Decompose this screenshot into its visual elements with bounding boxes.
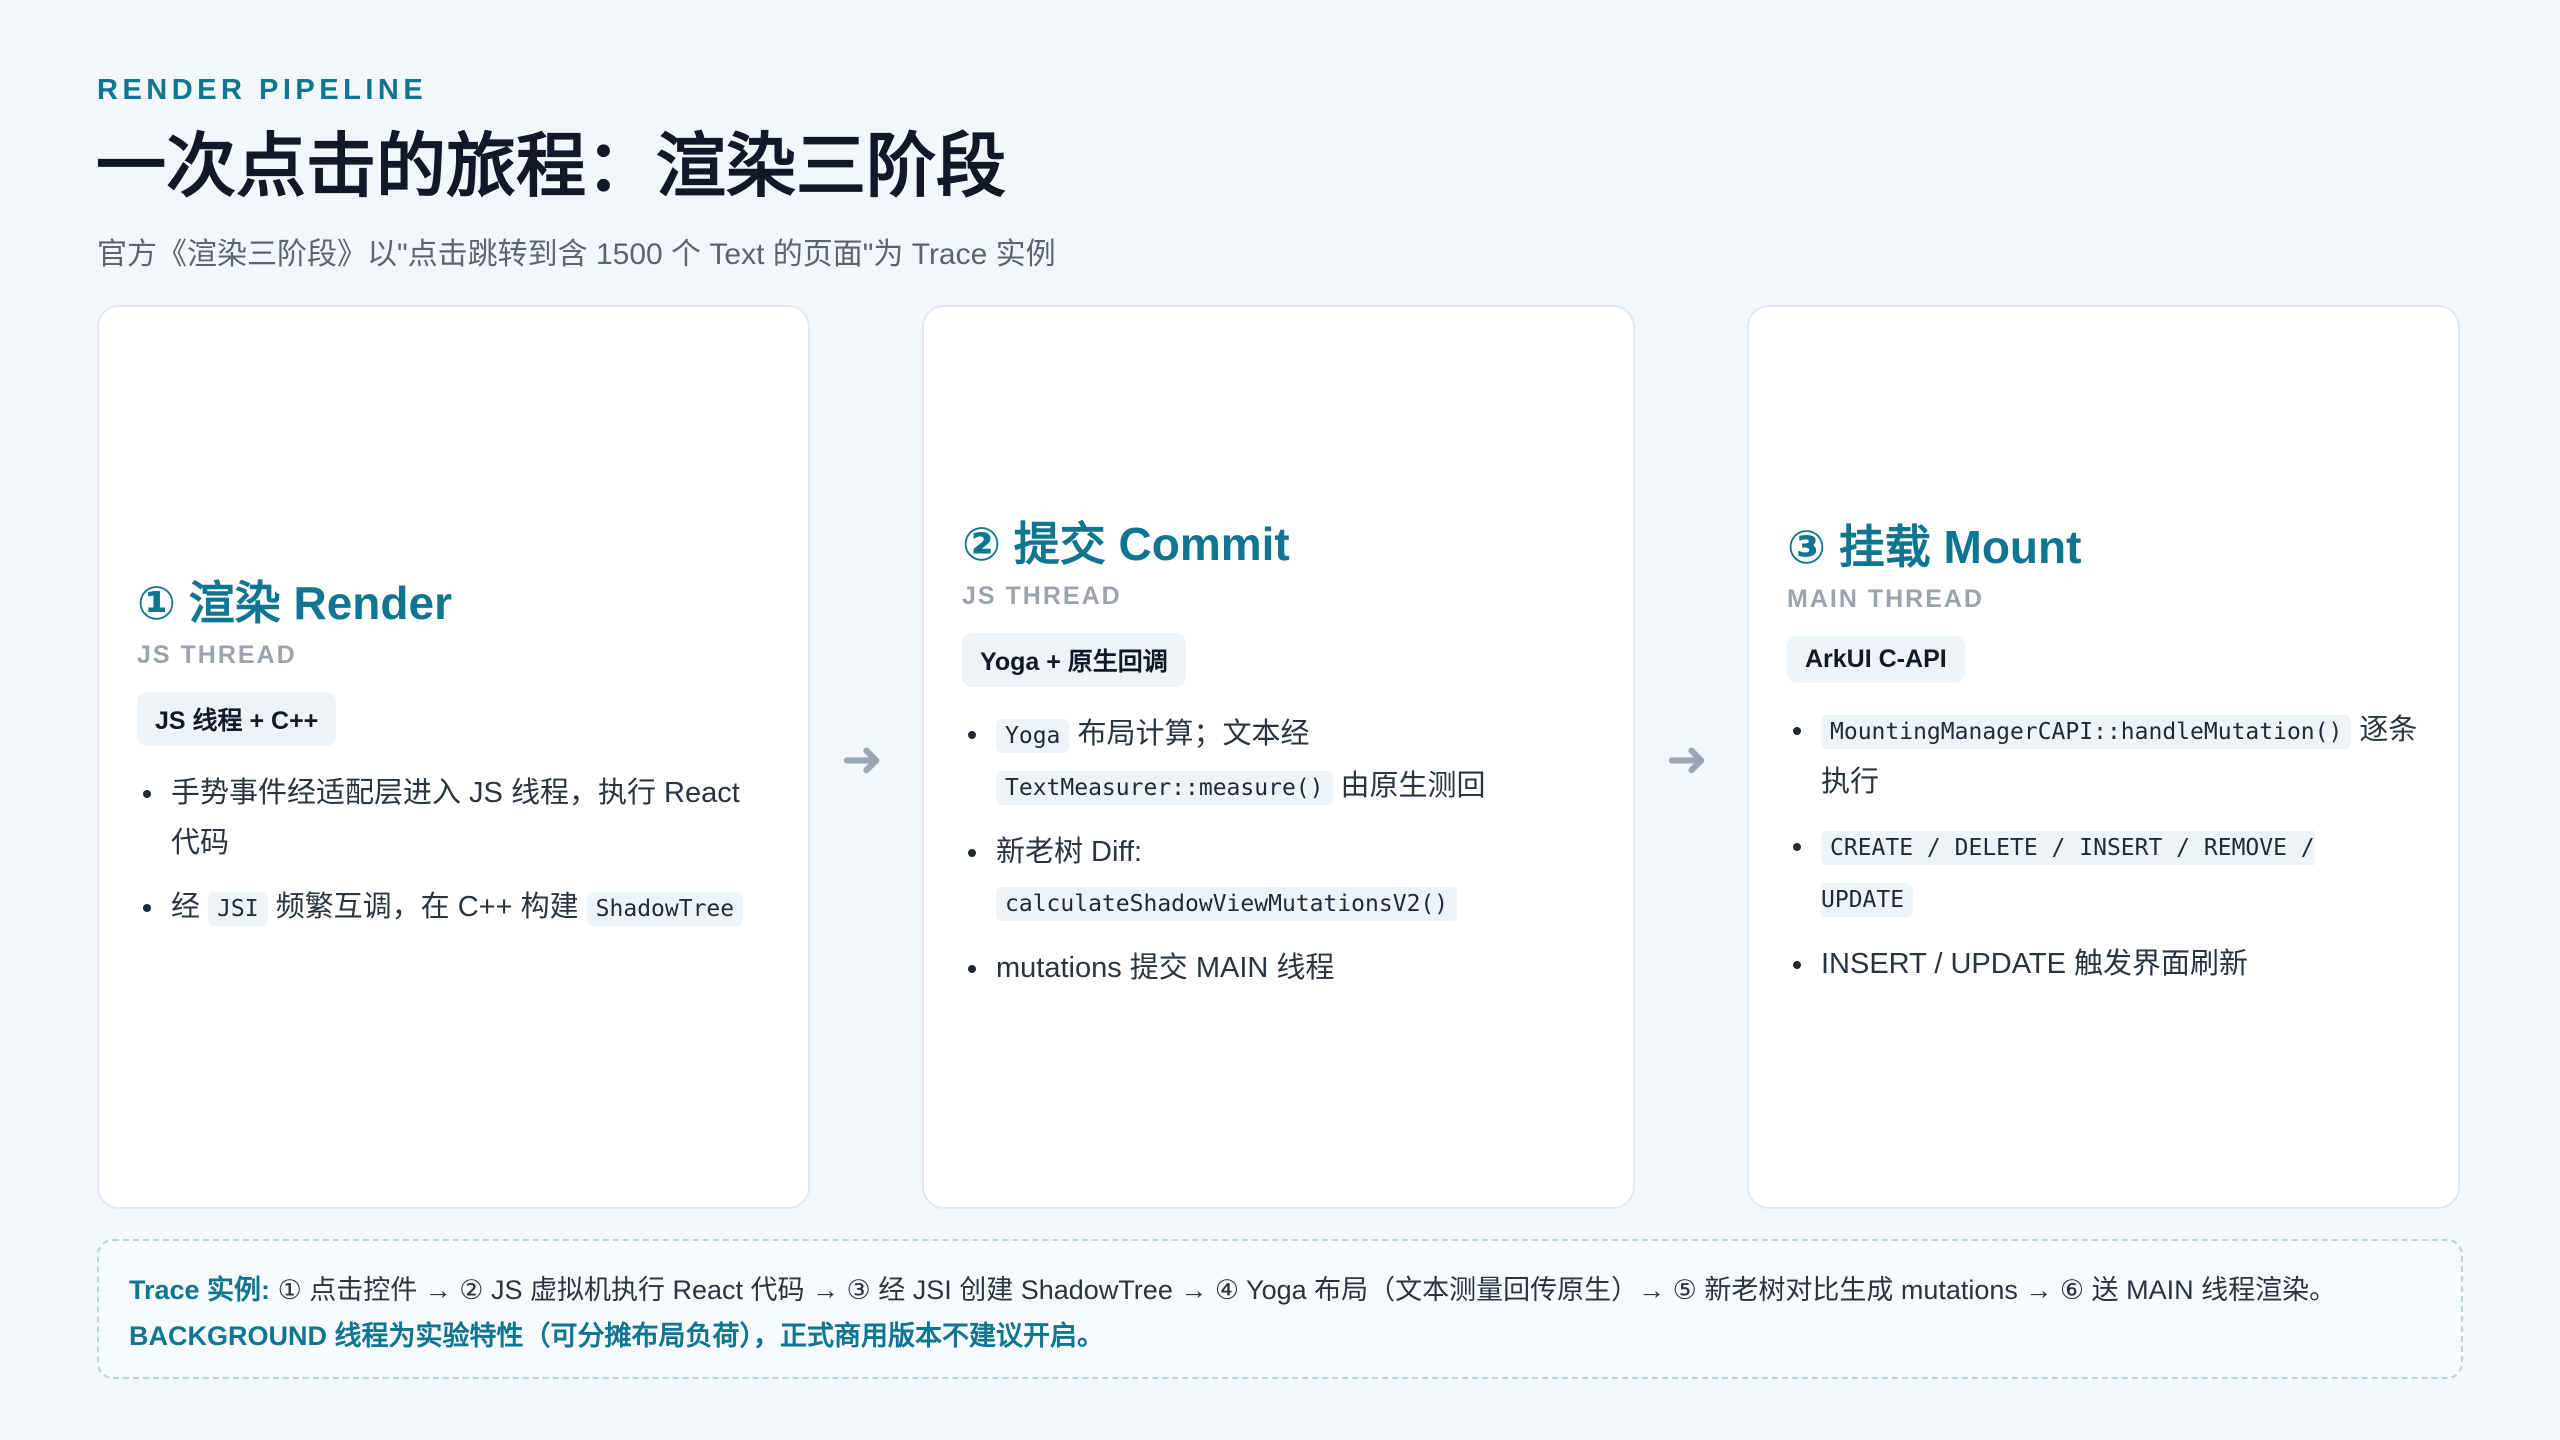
point-text: 频繁互调，在 C++ 构建 <box>267 890 587 923</box>
list-item: 新老树 Diff: calculateShadowViewMutationsV2… <box>962 827 1595 929</box>
code-chip: MountingManagerCAPI::handleMutation() <box>1821 715 2352 749</box>
arrow-right-icon: ➜ <box>841 730 883 788</box>
code-chip: calculateShadowViewMutationsV2() <box>996 886 1458 921</box>
card-points: 手势事件经适配层进入 JS 线程，执行 React 代码 经 JSI 频繁互调，… <box>137 768 770 948</box>
point-text: mutations 提交 MAIN 线程 <box>996 951 1335 984</box>
list-item: CREATE / DELETE / INSERT / REMOVE / UPDA… <box>1787 821 2420 925</box>
trace-note: BACKGROUND 线程为实验特性（可分摊布局负荷），正式商用版本不建议开启。 <box>129 1321 1104 1351</box>
point-text: 由原生测回 <box>1332 769 1486 802</box>
card-title: ① 渲染 Render <box>137 576 452 629</box>
list-item: 手势事件经适配层进入 JS 线程，执行 React 代码 <box>137 768 770 868</box>
trace-text: ① 点击控件 → ② JS 虚拟机执行 React 代码 → ③ 经 JSI 创… <box>270 1275 2337 1305</box>
list-item: INSERT / UPDATE 触发界面刷新 <box>1787 939 2420 989</box>
card-thread: JS THREAD <box>962 581 1122 610</box>
card-badge: ArkUI C-API <box>1787 636 1965 683</box>
page-title: 一次点击的旅程：渲染三阶段 <box>96 127 1006 205</box>
point-text: 新老树 Diff: <box>996 835 1143 868</box>
eyebrow: RENDER PIPELINE <box>97 74 428 106</box>
code-chip: Yoga <box>996 718 1070 753</box>
trace-line: Trace 实例: ① 点击控件 → ② JS 虚拟机执行 React 代码 →… <box>129 1267 2431 1313</box>
card-title: ③ 挂载 Mount <box>1787 521 2082 573</box>
point-text: 经 <box>171 890 209 923</box>
arrow-right-icon: ➜ <box>1666 730 1708 788</box>
list-item: 经 JSI 频繁互调，在 C++ 构建 ShadowTree <box>137 882 770 934</box>
point-text: 手势事件经适配层进入 JS 线程，执行 React 代码 <box>171 776 740 859</box>
stage-card-commit: ② 提交 Commit JS THREAD Yoga + 原生回调 Yoga 布… <box>922 305 1635 1209</box>
card-badge: JS 线程 + C++ <box>137 691 337 746</box>
list-item: MountingManagerCAPI::handleMutation() 逐条… <box>1787 705 2420 807</box>
stage-card-mount: ③ 挂载 Mount MAIN THREAD ArkUI C-API Mount… <box>1747 305 2460 1209</box>
point-text: 布局计算；文本经 <box>1069 717 1310 750</box>
list-item: mutations 提交 MAIN 线程 <box>962 943 1595 993</box>
card-badge: Yoga + 原生回调 <box>962 632 1186 687</box>
list-item: Yoga 布局计算；文本经 TextMeasurer::measure() 由原… <box>962 709 1595 813</box>
stage-card-render: ① 渲染 Render JS THREAD JS 线程 + C++ 手势事件经适… <box>97 305 810 1209</box>
card-thread: MAIN THREAD <box>1787 585 1984 613</box>
card-points: Yoga 布局计算；文本经 TextMeasurer::measure() 由原… <box>962 709 1595 1007</box>
code-chip: TextMeasurer::measure() <box>996 770 1333 805</box>
card-thread: JS THREAD <box>137 640 297 669</box>
card-points: MountingManagerCAPI::handleMutation() 逐条… <box>1787 705 2420 1003</box>
code-chip: CREATE / DELETE / INSERT / REMOVE / UPDA… <box>1821 831 2315 917</box>
trace-label: Trace 实例: <box>129 1275 271 1305</box>
code-chip: ShadowTree <box>586 891 744 926</box>
card-title: ② 提交 Commit <box>962 517 1290 570</box>
code-chip: JSI <box>208 891 268 926</box>
point-text: INSERT / UPDATE 触发界面刷新 <box>1821 948 2248 980</box>
page-subtitle: 官方《渲染三阶段》以"点击跳转到含 1500 个 Text 的页面"为 Trac… <box>97 238 1056 271</box>
trace-callout: Trace 实例: ① 点击控件 → ② JS 虚拟机执行 React 代码 →… <box>97 1239 2463 1379</box>
